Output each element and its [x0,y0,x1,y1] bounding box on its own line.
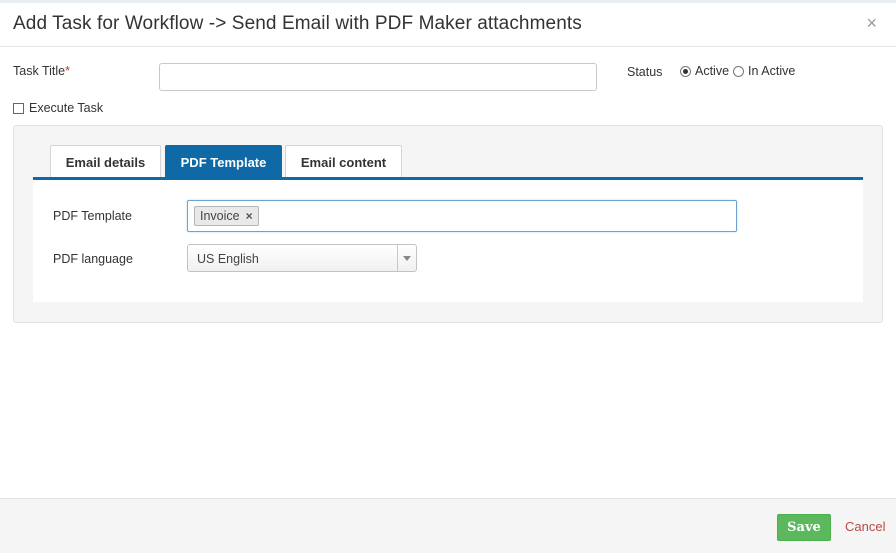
execute-task-checkbox[interactable] [13,103,24,114]
modal-title: Add Task for Workflow -> Send Email with… [13,13,582,34]
save-button[interactable]: Save [777,514,831,541]
pdf-template-input[interactable]: Invoice × [187,200,737,232]
close-icon[interactable]: × [866,14,877,32]
required-mark: * [65,64,70,78]
pdf-template-label: PDF Template [53,209,132,223]
radio-selected-icon[interactable] [680,65,691,77]
status-active-option[interactable]: Active [680,64,729,78]
status-inactive-label: In Active [748,64,796,78]
status-active-label: Active [695,64,730,78]
status-radio-group: Active In Active [680,64,799,78]
task-title-label-text: Task Title [13,64,66,78]
pdf-language-label: PDF language [53,252,133,266]
tag-label: Invoice [200,209,240,223]
task-title-label: Task Title* [13,64,70,78]
close-icon[interactable]: × [246,209,253,223]
execute-task-label: Execute Task [29,101,104,115]
pdf-template-tag: Invoice × [194,206,259,226]
status-inactive-option[interactable]: In Active [733,64,795,78]
tab-bar: Email details PDF Template Email content [33,145,863,180]
status-label: Status [627,65,663,79]
caret-down-icon[interactable] [397,245,416,271]
tab-email-details[interactable]: Email details [50,145,161,178]
modal-footer [0,498,896,553]
tab-email-content[interactable]: Email content [285,145,402,178]
pdf-language-select[interactable]: US English [187,244,417,272]
tab-content [33,180,863,302]
modal-header: Add Task for Workflow -> Send Email with… [0,3,896,47]
radio-unselected-icon[interactable] [733,65,745,77]
task-title-input[interactable] [159,63,597,91]
cancel-link[interactable]: Cancel [845,519,885,534]
tab-pdf-template[interactable]: PDF Template [165,145,282,179]
pdf-language-value: US English [197,252,259,266]
